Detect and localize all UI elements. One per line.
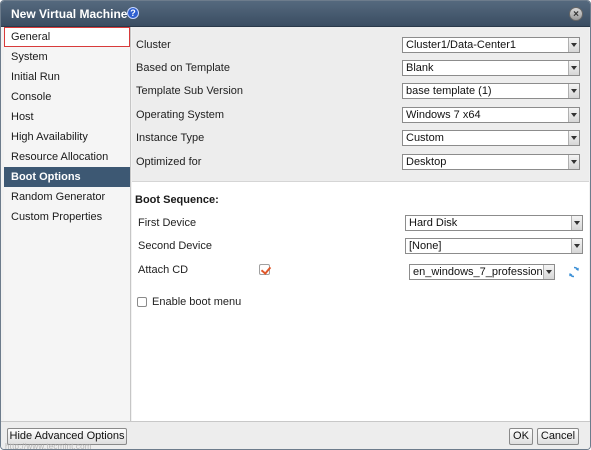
enable-boot-menu-checkbox[interactable] <box>137 297 147 307</box>
cd-image-value: en_windows_7_professional_ <box>413 266 555 278</box>
optimized-for-value: Desktop <box>406 156 447 168</box>
first-device-value: Hard Disk <box>409 217 458 229</box>
subversion-select[interactable]: base template (1) <box>402 83 580 99</box>
cluster-label: Cluster <box>136 39 171 51</box>
sidebar: General System Initial Run Console Host … <box>4 27 131 421</box>
chevron-down-icon <box>571 239 582 253</box>
general-settings-panel: Cluster Cluster1/Data-Center1 Based on T… <box>132 27 589 182</box>
second-device-select[interactable]: [None] <box>405 238 583 254</box>
refresh-icon[interactable] <box>568 266 580 278</box>
os-label: Operating System <box>136 109 225 121</box>
first-device-select[interactable]: Hard Disk <box>405 215 583 231</box>
chevron-down-icon <box>571 216 582 230</box>
sidebar-item-random-generator[interactable]: Random Generator <box>4 187 130 207</box>
instance-type-select[interactable]: Custom <box>402 130 580 146</box>
attach-cd-label: Attach CD <box>138 264 189 276</box>
dialog-titlebar: New Virtual Machine ? × <box>1 1 590 27</box>
sidebar-item-console[interactable]: Console <box>4 87 130 107</box>
cluster-select[interactable]: Cluster1/Data-Center1 <box>402 37 580 53</box>
chevron-down-icon <box>543 265 554 279</box>
optimized-for-select[interactable]: Desktop <box>402 154 580 170</box>
enable-boot-menu-label: Enable boot menu <box>152 296 242 308</box>
subversion-label: Template Sub Version <box>136 85 244 97</box>
sidebar-item-host[interactable]: Host <box>4 107 130 127</box>
help-icon[interactable]: ? <box>127 7 139 19</box>
sidebar-item-custom-properties[interactable]: Custom Properties <box>4 207 130 227</box>
sidebar-item-resource-allocation[interactable]: Resource Allocation <box>4 147 130 167</box>
chevron-down-icon <box>568 108 579 122</box>
close-icon[interactable]: × <box>569 7 583 21</box>
chevron-down-icon <box>568 38 579 52</box>
new-vm-dialog: New Virtual Machine ? × General System I… <box>0 0 591 450</box>
sidebar-item-general[interactable]: General <box>4 27 130 47</box>
instance-type-value: Custom <box>406 132 444 144</box>
watermark: http://www.tecmint.com <box>5 442 92 450</box>
first-device-label: First Device <box>138 217 197 229</box>
sidebar-item-initial-run[interactable]: Initial Run <box>4 67 130 87</box>
os-select[interactable]: Windows 7 x64 <box>402 107 580 123</box>
attach-cd-checkbox[interactable] <box>259 264 270 275</box>
sidebar-item-high-availability[interactable]: High Availability <box>4 127 130 147</box>
cd-image-select[interactable]: en_windows_7_professional_ <box>409 264 555 280</box>
cluster-value: Cluster1/Data-Center1 <box>406 39 517 51</box>
chevron-down-icon <box>568 84 579 98</box>
os-value: Windows 7 x64 <box>406 109 481 121</box>
chevron-down-icon <box>568 155 579 169</box>
chevron-down-icon <box>568 131 579 145</box>
second-device-label: Second Device <box>138 240 212 252</box>
optimized-for-label: Optimized for <box>136 156 202 168</box>
cancel-button[interactable]: Cancel <box>537 428 579 445</box>
chevron-down-icon <box>568 61 579 75</box>
sidebar-item-boot-options[interactable]: Boot Options <box>4 167 130 187</box>
second-device-value: [None] <box>409 240 442 252</box>
content-panel: Cluster Cluster1/Data-Center1 Based on T… <box>132 27 589 421</box>
sidebar-item-system[interactable]: System <box>4 47 130 67</box>
template-select[interactable]: Blank <box>402 60 580 76</box>
boot-sequence-heading: Boot Sequence: <box>135 194 219 206</box>
template-value: Blank <box>406 62 434 74</box>
template-label: Based on Template <box>136 62 230 74</box>
ok-button[interactable]: OK <box>509 428 533 445</box>
dialog-title: New Virtual Machine <box>11 7 128 21</box>
instance-type-label: Instance Type <box>136 132 205 144</box>
subversion-value: base template (1) <box>406 85 492 97</box>
